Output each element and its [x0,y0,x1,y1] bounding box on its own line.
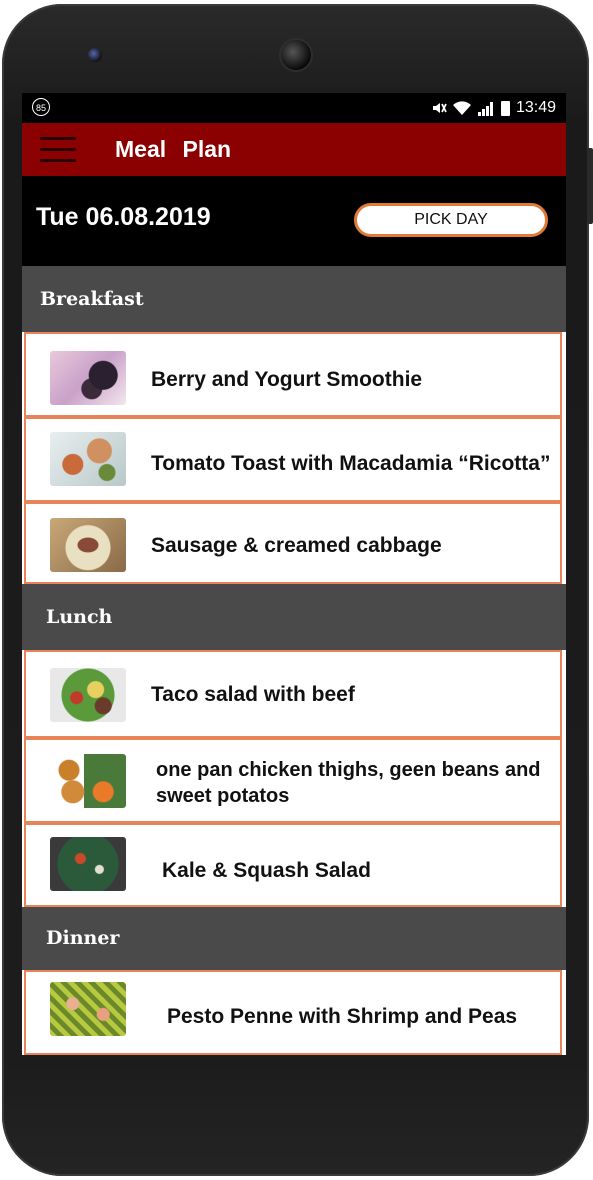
app-bar: Meal Plan [22,123,566,176]
meal-thumbnail [50,754,126,808]
app-screen: 85 13:49 Meal Plan Tue 06.08.2019 PICK D… [22,93,566,1055]
meal-thumbnail [50,351,126,405]
notification-badge: 85 [32,98,50,116]
meal-thumbnail [50,432,126,486]
meal-name: Berry and Yogurt Smoothie [151,368,423,391]
status-bar: 85 13:49 [22,93,566,123]
meal-row[interactable]: Kale & Squash Salad [24,823,562,907]
meal-row[interactable]: Pesto Penne with Shrimp and Peas [24,970,562,1055]
pick-day-button[interactable]: PICK DAY [354,203,548,237]
meal-thumbnail [50,982,126,1036]
app-title: Meal Plan [115,136,232,162]
meal-row[interactable]: one pan chicken thighs, geen beans and s… [24,738,562,823]
mute-icon [432,103,447,113]
meal-thumbnail [50,518,126,572]
meal-name: Sausage & creamed cabbage [151,534,442,557]
meal-name: Pesto Penne with Shrimp and Peas [167,1005,518,1028]
phone-frame: 85 13:49 Meal Plan Tue 06.08.2019 PICK D… [0,0,593,1180]
meal-row[interactable]: Sausage & creamed cabbage [24,502,562,584]
section-header-breakfast: Breakfast [22,266,566,332]
section-header-lunch: Lunch [22,584,566,650]
meal-thumbnail [50,668,126,722]
signal-icon [477,101,493,116]
wifi-icon [452,101,471,115]
meal-name: one pan chicken thighs, geen beans and s… [156,759,541,807]
date-bar: Tue 06.08.2019 PICK DAY [22,176,566,266]
hamburger-menu-icon[interactable] [40,137,76,163]
status-time: 13:49 [515,99,556,116]
meal-row[interactable]: Berry and Yogurt Smoothie [24,332,562,417]
earpiece-speaker [279,38,313,72]
selected-date: Tue 06.08.2019 [36,203,211,231]
power-button [587,148,593,224]
meal-thumbnail [50,837,126,891]
battery-icon [500,100,510,116]
meal-row[interactable]: Tomato Toast with Macadamia “Ricotta” [24,417,562,502]
meal-name: Taco salad with beef [151,683,355,706]
status-icons: 13:49 [431,99,556,117]
meal-name: Tomato Toast with Macadamia “Ricotta” [151,452,551,475]
meal-name: Kale & Squash Salad [162,859,371,882]
front-camera [88,48,102,62]
meal-row[interactable]: Taco salad with beef [24,650,562,738]
section-header-dinner: Dinner [22,907,566,970]
